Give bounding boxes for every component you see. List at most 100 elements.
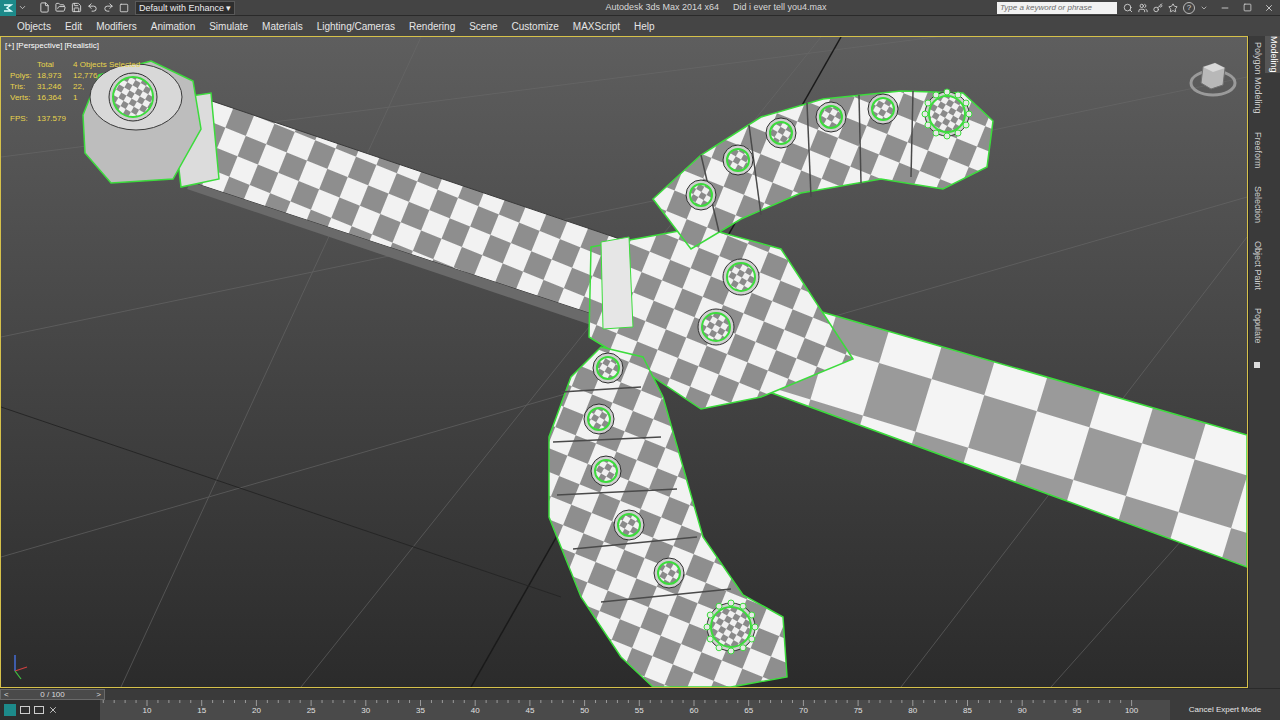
app-menu-arrow-icon[interactable] xyxy=(18,3,27,12)
ribbon-panel[interactable]: Polygon Modeling xyxy=(1249,42,1266,114)
track-tick-label: 75 xyxy=(854,707,863,715)
ribbon-tab[interactable]: Modeling xyxy=(1265,36,1280,73)
time-slider-thumb[interactable]: <0 / 100> xyxy=(0,689,105,700)
menu-item[interactable]: Animation xyxy=(144,19,202,34)
axis-tripod-icon xyxy=(15,655,27,679)
close-button[interactable] xyxy=(1258,0,1280,16)
track-tick-label: 15 xyxy=(197,707,206,715)
project-folder-icon[interactable] xyxy=(119,3,129,13)
undo-icon[interactable] xyxy=(87,2,98,13)
menu-item[interactable]: Objects xyxy=(10,19,58,34)
favorites-icon[interactable] xyxy=(1168,3,1178,13)
menu-item[interactable]: Help xyxy=(627,19,662,34)
stats-label: Polys: xyxy=(10,70,37,81)
track-tick-label: 70 xyxy=(799,707,808,715)
viewport[interactable]: [+][Perspective][Realistic] Total4 Object… xyxy=(0,36,1248,688)
track-tick-label: 90 xyxy=(1018,707,1027,715)
close-task-icon[interactable] xyxy=(48,705,58,715)
menu-item[interactable]: Materials xyxy=(255,19,310,34)
taskbar-buttons xyxy=(0,700,100,720)
track-tick-label: 95 xyxy=(1072,707,1081,715)
guard-arm-lower[interactable] xyxy=(549,347,787,687)
subscription-icon[interactable] xyxy=(1138,3,1148,13)
pommel[interactable] xyxy=(83,61,201,183)
track-bar[interactable]: 101520253035404550556065707580859095100 xyxy=(100,700,1170,720)
stats-header: Total4 Objects Selected xyxy=(10,59,140,70)
save-file-icon[interactable] xyxy=(71,2,82,13)
track-tick-label: 35 xyxy=(416,707,425,715)
time-prev[interactable]: < xyxy=(4,691,9,699)
stats-selected: 1 xyxy=(73,92,77,103)
redo-icon[interactable] xyxy=(103,2,114,13)
ribbon-panel[interactable]: Selection xyxy=(1249,186,1266,223)
maximize-icon xyxy=(1243,3,1252,12)
stats-spacer xyxy=(10,59,37,70)
menu-item[interactable]: Edit xyxy=(58,19,89,34)
restore-icon[interactable] xyxy=(20,706,30,714)
menu-item[interactable]: Lighting/Cameras xyxy=(310,19,402,34)
key-icon[interactable] xyxy=(1153,3,1163,13)
stats-row: Polys:18,97312,776 xyxy=(10,70,140,81)
menu-item[interactable]: Simulate xyxy=(202,19,255,34)
ribbon-panel[interactable]: Freeform xyxy=(1249,132,1266,169)
guard-arm-upper[interactable] xyxy=(653,91,993,249)
ribbon-panel[interactable]: Object Paint xyxy=(1249,241,1266,290)
viewport-label[interactable]: [Realistic] xyxy=(64,40,99,52)
fps-label: FPS: xyxy=(10,113,37,124)
ribbon-panel[interactable]: Populate xyxy=(1249,308,1266,344)
menu-item[interactable]: Customize xyxy=(505,19,566,34)
ribbon-tab-label[interactable]: Modeling xyxy=(1265,36,1280,73)
cancel-expert-mode-button[interactable]: Cancel Expert Mode xyxy=(1189,704,1261,716)
help-arrow-icon[interactable] xyxy=(1200,4,1208,12)
grid-lines xyxy=(1,37,1247,687)
window-title: Autodesk 3ds Max 2014 x64Did i ever tell… xyxy=(235,1,997,15)
window-controls xyxy=(1214,0,1280,16)
menu-item[interactable]: Rendering xyxy=(402,19,462,34)
track-bar-row: 101520253035404550556065707580859095100C… xyxy=(0,700,1280,720)
maximize-button[interactable] xyxy=(1236,0,1258,16)
ribbon-options-icon[interactable] xyxy=(1254,362,1260,368)
new-file-icon[interactable] xyxy=(39,2,50,13)
menu-bar: ObjectsEditModifiersAnimationSimulateMat… xyxy=(0,16,1280,36)
minimize-button[interactable] xyxy=(1214,0,1236,16)
track-tick-label: 50 xyxy=(580,707,589,715)
gem-icon xyxy=(723,259,759,295)
status-area: Cancel Expert Mode xyxy=(1170,700,1280,720)
time-next[interactable]: > xyxy=(96,691,101,699)
viewport-label[interactable]: [Perspective] xyxy=(16,40,62,52)
stats-label: Verts: xyxy=(10,92,37,103)
track-tick-label: 80 xyxy=(908,707,917,715)
title-bar: Default with Enhance▾Autodesk 3ds Max 20… xyxy=(0,0,1280,16)
maximize-task-icon[interactable] xyxy=(34,706,44,714)
gem-icon xyxy=(654,558,684,588)
menu-item[interactable]: Scene xyxy=(462,19,504,34)
stats-total: 18,973 xyxy=(37,70,73,81)
stats-label: Tris: xyxy=(10,81,37,92)
ribbon-tabs: Modeling xyxy=(1265,36,1280,688)
help-button[interactable]: ? xyxy=(1183,2,1195,14)
stats-total: 16,364 xyxy=(37,92,73,103)
menu-item[interactable]: Modifiers xyxy=(89,19,144,34)
main-area: [+][Perspective][Realistic] Total4 Object… xyxy=(0,36,1280,688)
gem-icon xyxy=(593,353,623,383)
track-tick-label: 100 xyxy=(1125,707,1138,715)
viewport-scene[interactable] xyxy=(1,37,1247,687)
stats-row: Tris:31,24622, xyxy=(10,81,140,92)
stats-total: 31,246 xyxy=(37,81,73,92)
app-logo-icon[interactable] xyxy=(0,0,16,16)
viewcube-icon[interactable] xyxy=(1191,63,1235,95)
app-window: Default with Enhance▾Autodesk 3ds Max 20… xyxy=(0,0,1280,720)
search-box[interactable]: Type a keyword or phrase xyxy=(997,2,1117,14)
track-tick-label: 65 xyxy=(744,707,753,715)
open-file-icon[interactable] xyxy=(55,2,66,13)
viewport-label[interactable]: [+] xyxy=(5,40,14,52)
minimize-icon xyxy=(1220,3,1230,13)
gem-icon xyxy=(584,404,614,434)
menu-item[interactable]: MAXScript xyxy=(566,19,627,34)
workspace-dropdown[interactable]: Default with Enhance▾ xyxy=(135,1,235,15)
time-slider-track[interactable]: <0 / 100> xyxy=(0,689,1168,700)
gem-icon xyxy=(591,456,621,486)
search-icon[interactable] xyxy=(1123,3,1133,13)
gem-icon xyxy=(686,180,716,210)
app-task-icon[interactable] xyxy=(4,704,16,716)
